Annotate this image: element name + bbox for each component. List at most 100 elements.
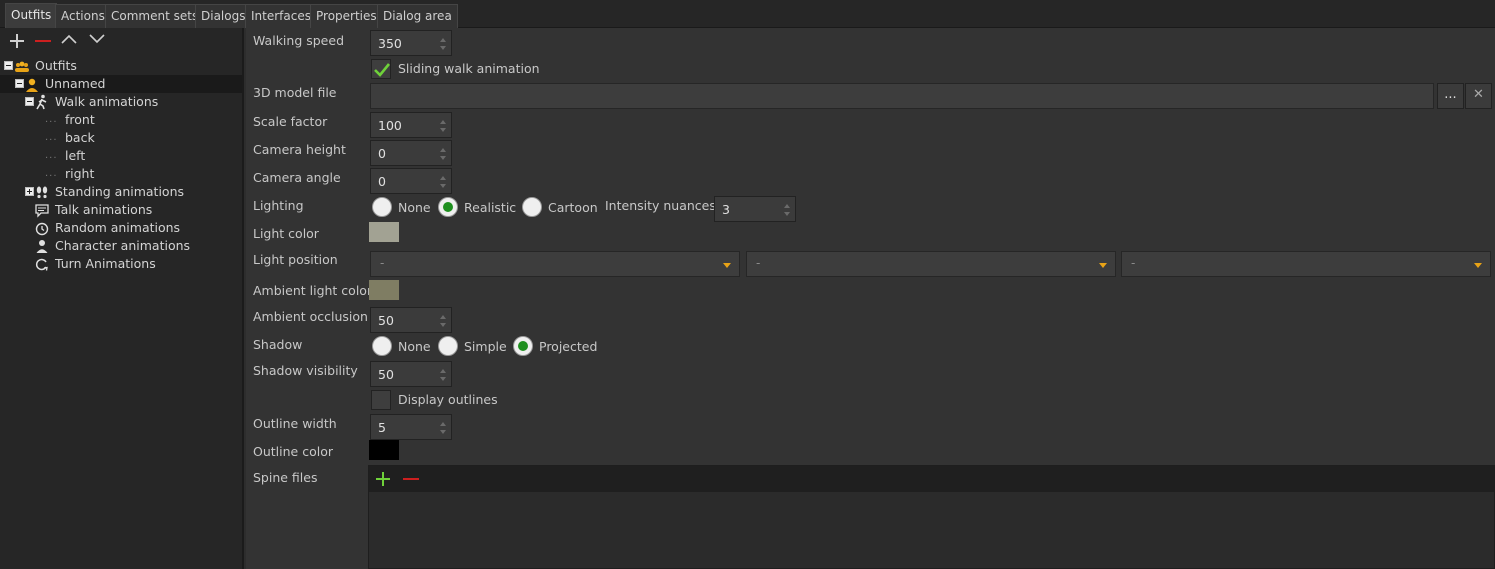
sliding-walk-checkbox[interactable]	[371, 59, 391, 79]
tab-interfaces[interactable]: Interfaces	[245, 4, 317, 28]
light-position-y-dropdown[interactable]: -	[746, 251, 1116, 277]
spin-arrows-icon[interactable]	[439, 174, 447, 190]
shadow-simple-label: Simple	[464, 339, 507, 354]
speech-bubble-icon	[35, 204, 49, 218]
move-up-icon[interactable]	[59, 31, 79, 47]
light-color-label: Light color	[253, 226, 319, 241]
tab-comment-sets[interactable]: Comment sets	[105, 4, 205, 28]
ambient-occlusion-spinbox[interactable]: 50	[370, 307, 452, 333]
spine-files-list[interactable]	[368, 465, 1495, 569]
light-color-swatch[interactable]	[369, 222, 399, 242]
tree-item-walk-animations[interactable]: Walk animations	[0, 93, 242, 111]
outfit-properties-panel: Walking speed 350 Sliding walk animation…	[246, 28, 1495, 569]
spin-arrows-icon[interactable]	[783, 202, 791, 218]
tab-dialogs[interactable]: Dialogs	[195, 4, 252, 28]
add-icon[interactable]	[7, 33, 27, 49]
spin-arrows-icon[interactable]	[439, 420, 447, 436]
outline-width-spinbox[interactable]: 5	[370, 414, 452, 440]
scale-factor-label: Scale factor	[253, 114, 328, 129]
ambient-occlusion-label: Ambient occlusion	[253, 309, 368, 324]
checkmark-icon	[374, 63, 391, 77]
ambient-light-color-swatch[interactable]	[369, 280, 399, 300]
collapse-icon[interactable]	[4, 61, 13, 70]
model-file-input[interactable]	[370, 83, 1434, 109]
character-icon	[26, 78, 38, 92]
lighting-none-label: None	[398, 200, 431, 215]
lighting-none-radio[interactable]	[372, 197, 392, 217]
tree-item-left[interactable]: ... left	[0, 147, 242, 165]
walking-speed-label: Walking speed	[253, 33, 344, 48]
collapse-icon[interactable]	[25, 97, 34, 106]
lighting-realistic-radio[interactable]	[438, 197, 458, 217]
ambient-light-color-label: Ambient light color	[253, 283, 373, 298]
tree-item-back[interactable]: ... back	[0, 129, 242, 147]
spin-arrows-icon[interactable]	[439, 36, 447, 52]
display-outlines-label: Display outlines	[398, 392, 498, 407]
outline-color-label: Outline color	[253, 444, 333, 459]
tab-bar: Outfits Actions Comment sets Dialogs Int…	[0, 0, 1495, 28]
lighting-cartoon-label: Cartoon	[548, 200, 598, 215]
walking-icon	[36, 94, 47, 110]
display-outlines-checkbox[interactable]	[371, 390, 391, 410]
outline-color-swatch[interactable]	[369, 440, 399, 460]
intensity-nuances-label: Intensity nuances	[605, 198, 716, 213]
outfits-group-icon	[15, 61, 29, 72]
spin-arrows-icon[interactable]	[439, 367, 447, 383]
outline-width-label: Outline width	[253, 416, 337, 431]
shadow-label: Shadow	[253, 337, 303, 352]
shadow-visibility-label: Shadow visibility	[253, 363, 358, 378]
browse-button[interactable]: ...	[1437, 83, 1464, 109]
dropdown-arrow-icon	[1099, 263, 1107, 268]
camera-height-label: Camera height	[253, 142, 346, 157]
tab-properties[interactable]: Properties	[310, 4, 383, 28]
light-position-x-dropdown[interactable]: -	[370, 251, 740, 277]
spin-arrows-icon[interactable]	[439, 146, 447, 162]
clear-button[interactable]: ✕	[1465, 83, 1492, 109]
shadow-simple-radio[interactable]	[438, 336, 458, 356]
move-down-icon[interactable]	[87, 31, 107, 47]
lighting-label: Lighting	[253, 198, 304, 213]
spine-files-label: Spine files	[253, 470, 318, 485]
tab-outfits[interactable]: Outfits	[5, 3, 58, 28]
walking-speed-spinbox[interactable]: 350	[370, 30, 452, 56]
lighting-cartoon-radio[interactable]	[522, 197, 542, 217]
tree-item-right[interactable]: ... right	[0, 165, 242, 183]
camera-angle-spinbox[interactable]: 0	[370, 168, 452, 194]
light-position-z-dropdown[interactable]: -	[1121, 251, 1491, 277]
tree-item-front[interactable]: ... front	[0, 111, 242, 129]
expand-icon[interactable]	[25, 187, 34, 196]
spine-files-toolbar	[369, 466, 1494, 492]
model-file-label: 3D model file	[253, 85, 337, 100]
tree-item-talk-animations[interactable]: Talk animations	[0, 201, 242, 219]
scale-factor-spinbox[interactable]: 100	[370, 112, 452, 138]
person-icon	[36, 240, 48, 253]
outfits-tree-panel: Outfits Unnamed Walk animations ... fron…	[0, 28, 244, 569]
camera-height-spinbox[interactable]: 0	[370, 140, 452, 166]
clock-icon	[35, 222, 49, 236]
shadow-visibility-spinbox[interactable]: 50	[370, 361, 452, 387]
footprints-icon	[36, 186, 48, 199]
tree-item-turn-animations[interactable]: Turn Animations	[0, 255, 242, 273]
remove-spine-icon[interactable]	[403, 471, 419, 487]
spin-arrows-icon[interactable]	[439, 118, 447, 134]
camera-angle-label: Camera angle	[253, 170, 341, 185]
shadow-projected-radio[interactable]	[513, 336, 533, 356]
tab-actions[interactable]: Actions	[55, 4, 111, 28]
tree-item-character-animations[interactable]: Character animations	[0, 237, 242, 255]
shadow-projected-label: Projected	[539, 339, 598, 354]
add-spine-icon[interactable]	[375, 471, 391, 487]
tree-item-random-animations[interactable]: Random animations	[0, 219, 242, 237]
shadow-none-radio[interactable]	[372, 336, 392, 356]
tree-item-outfits[interactable]: Outfits	[0, 57, 242, 75]
tab-dialog-area[interactable]: Dialog area	[377, 4, 458, 28]
sliding-walk-label: Sliding walk animation	[398, 61, 540, 76]
remove-icon[interactable]	[33, 33, 53, 49]
light-position-label: Light position	[253, 252, 338, 267]
tree-item-standing-animations[interactable]: Standing animations	[0, 183, 242, 201]
intensity-nuances-spinbox[interactable]: 3	[714, 196, 796, 222]
spin-arrows-icon[interactable]	[439, 313, 447, 329]
shadow-none-label: None	[398, 339, 431, 354]
tree-item-unnamed[interactable]: Unnamed	[0, 75, 242, 93]
collapse-icon[interactable]	[15, 79, 24, 88]
dropdown-arrow-icon	[723, 263, 731, 268]
